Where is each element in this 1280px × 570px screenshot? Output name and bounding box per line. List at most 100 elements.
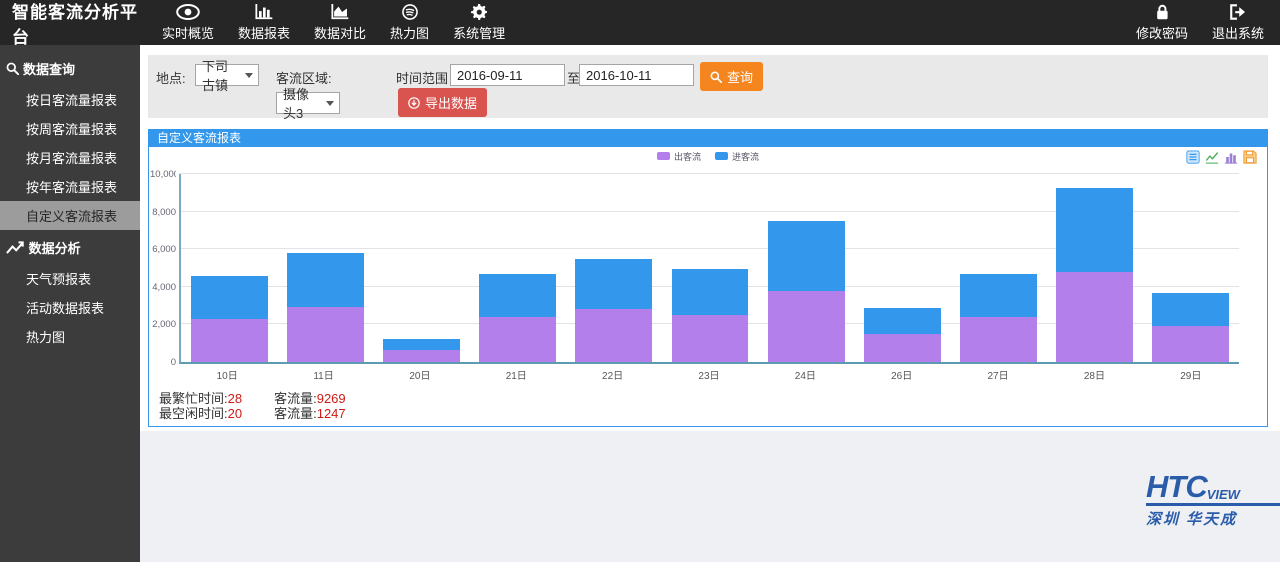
sidebar-section-header: 数据查询	[0, 51, 140, 85]
bar-segment-出客流	[575, 309, 652, 362]
bar-segment-进客流	[1152, 293, 1229, 327]
bar-report-icon	[255, 4, 273, 20]
sidebar-item[interactable]: 按月客流量报表	[0, 143, 140, 172]
bar-cell	[566, 174, 662, 362]
stacked-bar[interactable]	[960, 274, 1037, 362]
x-axis-labels: 10日11日20日21日22日23日24日26日27日28日29日	[179, 367, 1239, 382]
stacked-bar[interactable]	[1152, 293, 1229, 362]
plot-area	[179, 174, 1239, 364]
stacked-bar[interactable]	[768, 221, 845, 362]
bar-segment-出客流	[287, 307, 364, 363]
bar-segment-进客流	[864, 308, 941, 334]
bar-segment-出客流	[1056, 272, 1133, 362]
sidebar-item[interactable]: 按日客流量报表	[0, 85, 140, 114]
y-tick-label: 8,000	[150, 207, 176, 218]
location-select[interactable]: 下司古镇	[195, 64, 259, 86]
stacked-bar[interactable]	[1056, 188, 1133, 362]
legend-item[interactable]: 进客流	[715, 150, 759, 163]
stacked-bar-chart: 02,0004,0006,0008,00010,000	[179, 174, 1239, 364]
bar-segment-进客流	[575, 259, 652, 310]
stacked-bar[interactable]	[383, 339, 460, 362]
bar-cell	[758, 174, 854, 362]
bar-cell	[1143, 174, 1239, 362]
x-tick-label: 24日	[757, 367, 853, 382]
chart-legend: 出客流 进客流	[149, 147, 1267, 165]
bar-segment-进客流	[672, 269, 749, 315]
footer-area: HTC VIEW 深圳 华天成	[140, 431, 1280, 562]
chart-toolbox	[1186, 150, 1257, 164]
sidebar: 数据查询按日客流量报表按周客流量报表按月客流量报表按年客流量报表自定义客流报表数…	[0, 45, 140, 562]
stacked-bar[interactable]	[672, 269, 749, 362]
stacked-bar[interactable]	[479, 274, 556, 362]
query-button[interactable]: 查询	[700, 62, 763, 91]
main-menu: 实时概览数据报表数据对比热力图系统管理	[158, 1, 509, 44]
x-tick-label: 10日	[179, 367, 275, 382]
bar-cell	[470, 174, 566, 362]
bar-segment-进客流	[479, 274, 556, 317]
date-from-input[interactable]	[450, 64, 565, 86]
bar-cell	[277, 174, 373, 362]
menu-item-实时概览[interactable]: 实时概览	[158, 1, 218, 44]
chevron-down-icon	[326, 101, 334, 106]
bar-segment-出客流	[383, 350, 460, 362]
stacked-bar[interactable]	[864, 308, 941, 362]
download-icon	[408, 97, 420, 109]
sidebar-item[interactable]: 按年客流量报表	[0, 172, 140, 201]
x-tick-label: 26日	[854, 367, 950, 382]
eye-icon	[176, 4, 200, 20]
bar-segment-出客流	[768, 291, 845, 362]
sidebar-item[interactable]: 按周客流量报表	[0, 114, 140, 143]
htcview-logo: HTC VIEW 深圳 华天成	[1146, 471, 1280, 529]
gear-icon	[471, 4, 487, 20]
stacked-bar[interactable]	[191, 276, 268, 362]
x-tick-label: 27日	[950, 367, 1046, 382]
bar-cell	[662, 174, 758, 362]
x-tick-label: 11日	[275, 367, 371, 382]
bar-cell	[373, 174, 469, 362]
menu-item-数据对比[interactable]: 数据对比	[310, 1, 370, 44]
x-tick-label: 20日	[372, 367, 468, 382]
trend-icon	[6, 241, 25, 254]
camera-select[interactable]: 摄像头3	[276, 92, 340, 114]
menu-item-修改密码[interactable]: 修改密码	[1132, 1, 1192, 44]
sidebar-item[interactable]: 自定义客流报表	[0, 201, 140, 230]
bar-chart-icon[interactable]	[1224, 150, 1238, 164]
heatmap-icon	[402, 4, 418, 20]
signout-icon	[1229, 4, 1247, 20]
date-to-input[interactable]	[579, 64, 694, 86]
sidebar-item[interactable]: 热力图	[0, 322, 140, 351]
stacked-bar[interactable]	[287, 253, 364, 362]
menu-item-系统管理[interactable]: 系统管理	[449, 1, 509, 44]
area-chart-icon	[331, 4, 349, 20]
bar-segment-出客流	[672, 315, 749, 362]
panel-title: 自定义客流报表	[149, 130, 1267, 147]
y-tick-label: 0	[150, 357, 176, 368]
save-image-icon[interactable]	[1243, 150, 1257, 164]
x-tick-label: 28日	[1046, 367, 1142, 382]
x-tick-label: 29日	[1143, 367, 1239, 382]
y-tick-label: 4,000	[150, 282, 176, 293]
x-tick-label: 21日	[468, 367, 564, 382]
chevron-down-icon	[245, 73, 253, 78]
lock-icon	[1156, 4, 1169, 20]
bar-segment-出客流	[479, 317, 556, 362]
bar-cell	[854, 174, 950, 362]
sidebar-item[interactable]: 活动数据报表	[0, 293, 140, 322]
export-data-button[interactable]: 导出数据	[398, 88, 487, 117]
bar-segment-出客流	[191, 319, 268, 362]
location-label: 地点:	[156, 68, 186, 87]
navbar-right: 修改密码退出系统	[1132, 1, 1280, 44]
sidebar-item[interactable]: 天气预报表	[0, 264, 140, 293]
data-view-icon[interactable]	[1186, 150, 1200, 164]
legend-item[interactable]: 出客流	[657, 150, 701, 163]
app-title: 智能客流分析平台	[0, 0, 140, 48]
menu-item-热力图[interactable]: 热力图	[386, 1, 433, 44]
line-chart-icon[interactable]	[1205, 150, 1219, 164]
bar-cell	[951, 174, 1047, 362]
menu-item-数据报表[interactable]: 数据报表	[234, 1, 294, 44]
search-icon	[6, 62, 19, 75]
report-panel: 自定义客流报表 出客流 进客流 02,0004,0006,0008,00010,0…	[148, 129, 1268, 427]
bar-segment-进客流	[768, 221, 845, 291]
stacked-bar[interactable]	[575, 259, 652, 362]
menu-item-退出系统[interactable]: 退出系统	[1208, 1, 1268, 44]
